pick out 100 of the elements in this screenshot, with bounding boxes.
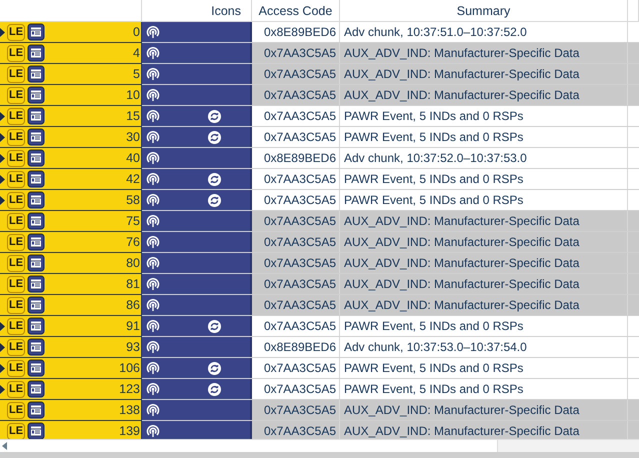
packet-number: 86: [126, 298, 141, 312]
le-badge: LE: [7, 86, 26, 104]
summary-cell: Adv chunk, 10:37:52.0–10:37:53.0: [340, 148, 628, 168]
column-header[interactable]: Icons: [142, 0, 252, 21]
summary-cell: AUX_ADV_IND: Manufacturer-Specific Data: [340, 274, 628, 294]
summary-cell: Adv chunk, 10:37:53.0–10:37:54.0: [340, 337, 628, 357]
expand-arrow-icon[interactable]: [0, 174, 5, 184]
access-code-cell: 0x7AA3C5A5: [252, 400, 340, 420]
table-row[interactable]: LE 15 0x7AA3C5A5 PAWR Event, 5 INDs and 0 RSPs: [0, 106, 639, 127]
access-code-cell: 0x8E89BED6: [252, 337, 340, 357]
packet-icon: [27, 170, 46, 188]
signal-icon: [146, 25, 160, 39]
packet-icon: [27, 149, 46, 167]
expand-arrow-icon[interactable]: [0, 342, 5, 352]
table-row[interactable]: LE 4 0x7AA3C5A5 AUX_ADV_IND: Manufacturer-Specific Data: [0, 43, 639, 64]
le-badge: LE: [7, 66, 26, 82]
access-code-cell: 0x7AA3C5A5: [252, 253, 340, 273]
packet-number: 93: [126, 340, 141, 354]
packet-icon: [27, 191, 46, 209]
signal-icon: [146, 361, 160, 375]
table-row[interactable]: LE 42 0x7AA3C5A5 PAWR Event, 5 INDs and 0 RSPs: [0, 169, 639, 190]
signal-icon: [146, 151, 160, 165]
le-badge: LE: [7, 170, 26, 188]
summary-cell: AUX_ADV_IND: Manufacturer-Specific Data: [340, 64, 628, 84]
signal-icon: [146, 67, 160, 81]
packet-icon: [27, 296, 46, 314]
expand-arrow-icon[interactable]: [0, 196, 5, 204]
table-row[interactable]: LE 30 0x7AA3C5A5 PAWR Event, 5 INDs and 0 RSPs: [0, 127, 639, 148]
scroll-left-icon[interactable]: [2, 442, 7, 450]
table-cell: [628, 400, 639, 420]
access-code-cell: 0x7AA3C5A5: [252, 295, 340, 315]
le-badge: LE: [7, 212, 26, 230]
packet-icon: [27, 44, 46, 62]
le-badge: LE: [7, 128, 26, 146]
access-code-cell: 0x7AA3C5A5: [252, 379, 340, 399]
access-code-cell: 0x7AA3C5A5: [252, 127, 340, 147]
column-header[interactable]: Access Code: [252, 0, 340, 21]
signal-icon: [146, 319, 160, 333]
access-code-cell: 0x7AA3C5A5: [252, 43, 340, 63]
packet-number: 0: [133, 25, 141, 39]
expand-arrow-icon[interactable]: [0, 154, 5, 162]
le-badge: LE: [7, 44, 26, 62]
table-row[interactable]: LE 58 0x7AA3C5A5 PAWR Event, 5 INDs and 0 RSPs: [0, 190, 639, 211]
summary-cell: PAWR Event, 5 INDs and 0 RSPs: [340, 190, 628, 210]
table-row[interactable]: LE 10 0x7AA3C5A5 AUX_ADV_IND: Manufacturer-Specific Data: [0, 85, 639, 106]
le-badge: LE: [7, 402, 26, 418]
table-cell: [628, 85, 639, 105]
summary-cell: AUX_ADV_IND: Manufacturer-Specific Data: [340, 211, 628, 231]
packet-number: 30: [126, 130, 141, 144]
signal-icon: [146, 403, 160, 417]
table-row[interactable]: LE 93 0x8E89BED6 Adv chunk, 10:37:53.0–10:37:54.0: [0, 337, 639, 358]
le-badge: LE: [7, 338, 26, 356]
access-code-cell: 0x8E89BED6: [252, 148, 340, 168]
packet-icon: [27, 233, 46, 251]
packet-icon: [27, 380, 46, 398]
table-row[interactable]: LE 76 0x7AA3C5A5 AUX_ADV_IND: Manufacturer-Specific Data: [0, 232, 639, 253]
packet-number: 139: [119, 424, 141, 438]
table-row[interactable]: LE 40 0x8E89BED6 Adv chunk, 10:37:52.0–10:37:53.0: [0, 148, 639, 169]
le-badge: LE: [7, 234, 26, 250]
summary-cell: PAWR Event, 5 INDs and 0 RSPs: [340, 358, 628, 378]
access-code-cell: 0x7AA3C5A5: [252, 169, 340, 189]
table-row[interactable]: LE 80 0x7AA3C5A5 AUX_ADV_IND: Manufacturer-Specific Data: [0, 253, 639, 274]
packet-number: 80: [126, 256, 141, 270]
packet-number: 75: [126, 214, 141, 228]
packet-number: 91: [126, 319, 141, 333]
table-row[interactable]: LE 75 0x7AA3C5A5 AUX_ADV_IND: Manufacturer-Specific Data: [0, 211, 639, 232]
signal-icon: [146, 256, 160, 270]
le-badge: LE: [7, 318, 26, 334]
expand-arrow-icon[interactable]: [0, 364, 5, 372]
signal-icon: [146, 235, 160, 249]
table-row[interactable]: LE 138 0x7AA3C5A5 AUX_ADV_IND: Manufacturer-Specific Data: [0, 400, 639, 421]
expand-arrow-icon[interactable]: [0, 112, 5, 120]
table-row[interactable]: LE 81 0x7AA3C5A5 AUX_ADV_IND: Manufacturer-Specific Data: [0, 274, 639, 295]
table-row[interactable]: LE 123 0x7AA3C5A5 PAWR Event, 5 INDs and 0 RSPs: [0, 379, 639, 400]
summary-cell: Adv chunk, 10:37:51.0–10:37:52.0: [340, 22, 628, 42]
expand-arrow-icon[interactable]: [0, 384, 5, 394]
packet-number: 58: [126, 193, 141, 207]
column-header[interactable]: Summary: [340, 0, 628, 21]
signal-icon: [146, 193, 160, 207]
table-row[interactable]: LE 5 0x7AA3C5A5 AUX_ADV_IND: Manufacturer-Specific Data: [0, 64, 639, 85]
le-badge: LE: [7, 276, 26, 292]
packet-number: 5: [133, 67, 141, 81]
access-code-cell: 0x7AA3C5A5: [252, 211, 340, 231]
access-code-cell: 0x7AA3C5A5: [252, 232, 340, 252]
expand-arrow-icon[interactable]: [0, 132, 5, 142]
table-row[interactable]: LE 139 0x7AA3C5A5 AUX_ADV_IND: Manufacturer-Specific Data: [0, 421, 639, 439]
table-row[interactable]: LE 0 0x8E89BED6 Adv chunk, 10:37:51.0–10:37:52.0: [0, 22, 639, 43]
signal-icon: [146, 172, 160, 186]
access-code-cell: 0x8E89BED6: [252, 22, 340, 42]
packet-icon: [27, 212, 46, 230]
summary-cell: PAWR Event, 5 INDs and 0 RSPs: [340, 127, 628, 147]
expand-arrow-icon[interactable]: [0, 322, 5, 330]
expand-arrow-icon[interactable]: [0, 28, 5, 36]
le-badge: LE: [7, 296, 26, 314]
packet-number: 81: [126, 277, 141, 291]
table-row[interactable]: LE 86 0x7AA3C5A5 AUX_ADV_IND: Manufacturer-Specific Data: [0, 295, 639, 316]
table-row[interactable]: LE 106 0x7AA3C5A5 PAWR Event, 5 INDs and 0 RSPs: [0, 358, 639, 379]
table-row[interactable]: LE 91 0x7AA3C5A5 PAWR Event, 5 INDs and 0 RSPs: [0, 316, 639, 337]
le-badge: LE: [7, 422, 26, 439]
packet-icon: [27, 275, 46, 293]
